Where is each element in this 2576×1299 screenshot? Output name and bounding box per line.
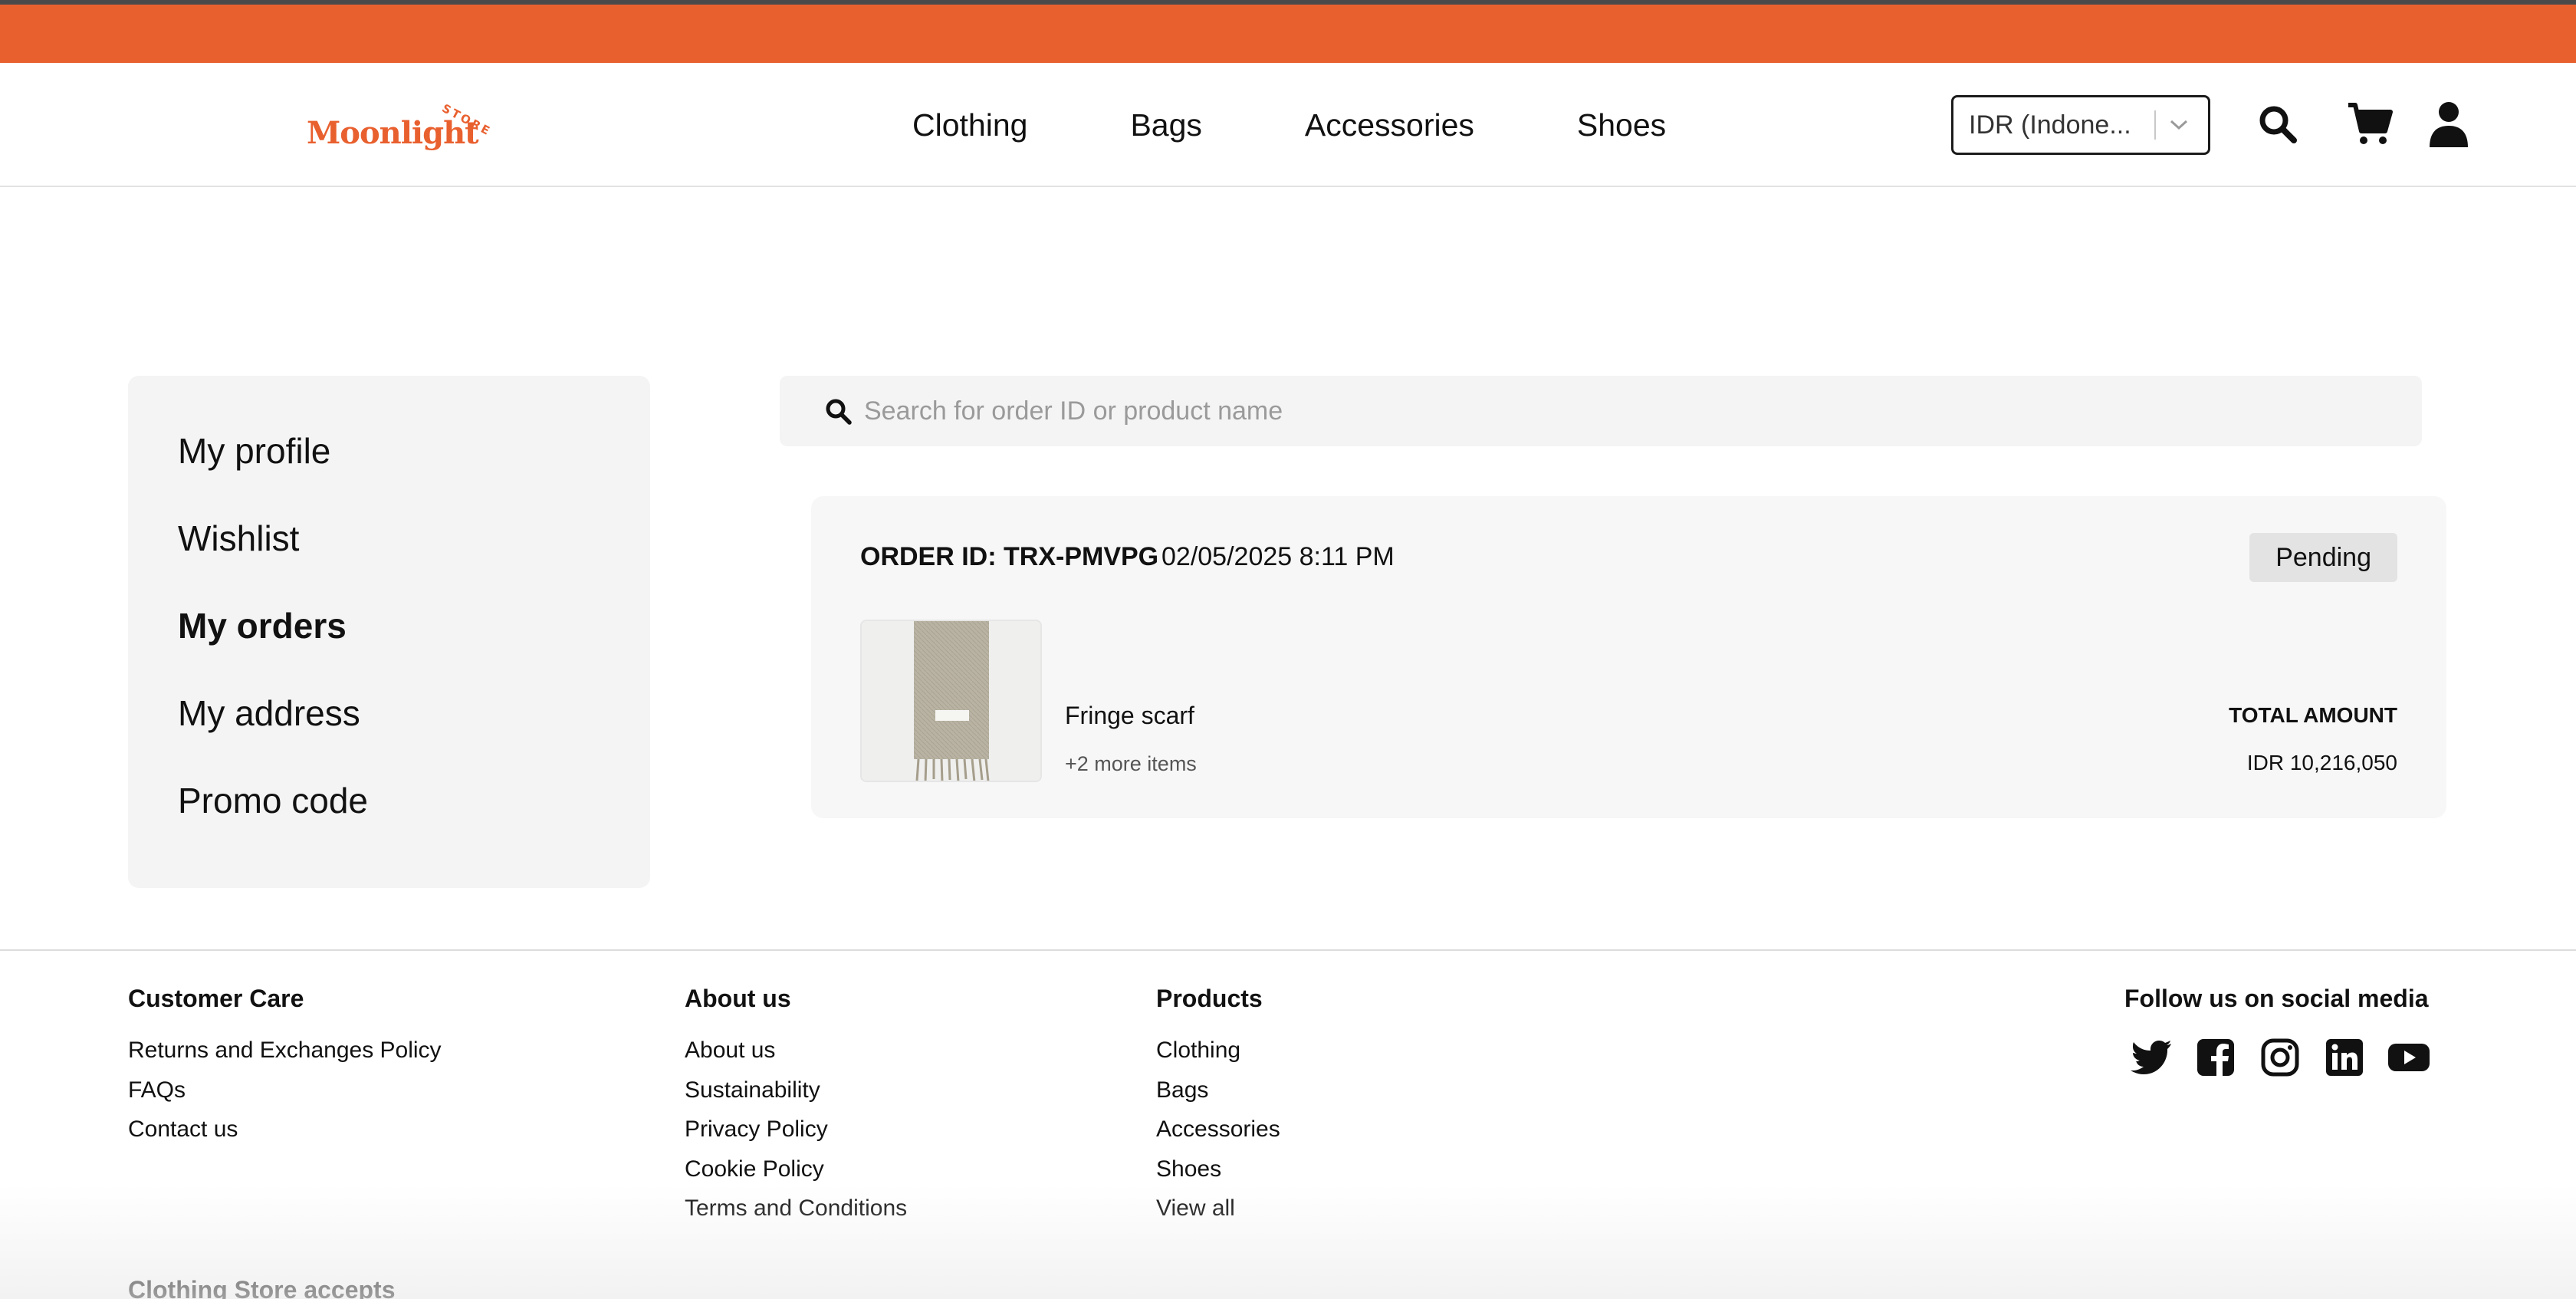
footer-heading-customer-care: Customer Care xyxy=(128,985,304,1012)
footer-heading-about: About us xyxy=(685,985,791,1012)
sidebar-item-my-profile[interactable]: My profile xyxy=(178,429,650,472)
footer-link-faqs[interactable]: FAQs xyxy=(128,1070,442,1110)
footer-link-privacy[interactable]: Privacy Policy xyxy=(685,1110,907,1149)
footer-heading-products: Products xyxy=(1156,985,1263,1012)
status-badge: Pending xyxy=(2249,533,2397,582)
social-icons xyxy=(2124,1031,2436,1084)
store-logo[interactable]: Moonlight STORE xyxy=(307,101,494,155)
cart-icon[interactable] xyxy=(2344,98,2396,150)
nav-shoes[interactable]: Shoes xyxy=(1577,103,1666,147)
order-card[interactable]: ORDER ID: TRX-PMVPG 02/05/2025 8:11 PM P… xyxy=(811,496,2446,818)
instagram-icon[interactable] xyxy=(2253,1031,2307,1084)
nav-clothing[interactable]: Clothing xyxy=(912,103,1027,147)
footer-link-shoes[interactable]: Shoes xyxy=(1156,1149,1280,1189)
payment-methods-heading: Clothing Store accepts xyxy=(128,1276,396,1299)
currency-value: IDR (Indone... xyxy=(1969,110,2131,140)
search-icon xyxy=(823,396,853,426)
sidebar-item-my-orders[interactable]: My orders xyxy=(178,604,650,647)
user-icon[interactable] xyxy=(2423,98,2475,150)
linkedin-icon[interactable] xyxy=(2318,1031,2371,1084)
sidebar-item-my-address[interactable]: My address xyxy=(178,692,650,735)
footer-link-returns[interactable]: Returns and Exchanges Policy xyxy=(128,1031,442,1070)
facebook-icon[interactable] xyxy=(2189,1031,2242,1084)
order-product-name: Fringe scarf xyxy=(1065,702,1194,729)
youtube-icon[interactable] xyxy=(2382,1031,2436,1084)
twitter-icon[interactable] xyxy=(2124,1031,2178,1084)
order-search-bar xyxy=(780,376,2422,446)
product-thumbnail xyxy=(860,620,1042,782)
footer-social: Follow us on social media xyxy=(2124,983,2436,1084)
order-total-label: TOTAL AMOUNT xyxy=(2229,703,2397,727)
footer-link-terms[interactable]: Terms and Conditions xyxy=(685,1189,907,1228)
footer-link-contact[interactable]: Contact us xyxy=(128,1110,442,1149)
order-search-input[interactable] xyxy=(864,396,2321,426)
chevron-down-icon xyxy=(2156,110,2202,140)
currency-select[interactable]: IDR (Indone... xyxy=(1951,95,2210,155)
footer-link-clothing[interactable]: Clothing xyxy=(1156,1031,1280,1070)
footer-link-accessories[interactable]: Accessories xyxy=(1156,1110,1280,1149)
site-header: Moonlight STORE Clothing Bags Accessorie… xyxy=(0,63,2576,187)
footer-products: Products Clothing Bags Accessories Shoes… xyxy=(1156,983,1280,1228)
footer-customer-care: Customer Care Returns and Exchanges Poli… xyxy=(128,983,442,1149)
footer-link-view-all[interactable]: View all xyxy=(1156,1189,1280,1228)
announcement-bar xyxy=(0,5,2576,63)
footer-link-bags[interactable]: Bags xyxy=(1156,1070,1280,1110)
nav-bags[interactable]: Bags xyxy=(1130,103,1201,147)
site-footer: Customer Care Returns and Exchanges Poli… xyxy=(0,949,2576,1299)
footer-link-sustainability[interactable]: Sustainability xyxy=(685,1070,907,1110)
sidebar-item-promo-code[interactable]: Promo code xyxy=(178,779,650,822)
account-sidebar: My profile Wishlist My orders My address… xyxy=(128,376,650,888)
footer-link-about-us[interactable]: About us xyxy=(685,1031,907,1070)
footer-link-cookie[interactable]: Cookie Policy xyxy=(685,1149,907,1189)
order-id: ORDER ID: TRX-PMVPG xyxy=(860,542,1159,571)
nav-accessories[interactable]: Accessories xyxy=(1305,103,1474,147)
footer-about: About us About us Sustainability Privacy… xyxy=(685,983,907,1228)
main-nav: Clothing Bags Accessories Shoes xyxy=(912,103,1769,147)
sidebar-item-wishlist[interactable]: Wishlist xyxy=(178,517,650,560)
order-more-items: +2 more items xyxy=(1065,752,1197,775)
order-date: 02/05/2025 8:11 PM xyxy=(1162,542,1395,571)
order-total-value: IDR 10,216,050 xyxy=(2246,751,2397,774)
search-icon[interactable] xyxy=(2252,98,2304,150)
footer-heading-social: Follow us on social media xyxy=(2124,985,2429,1012)
